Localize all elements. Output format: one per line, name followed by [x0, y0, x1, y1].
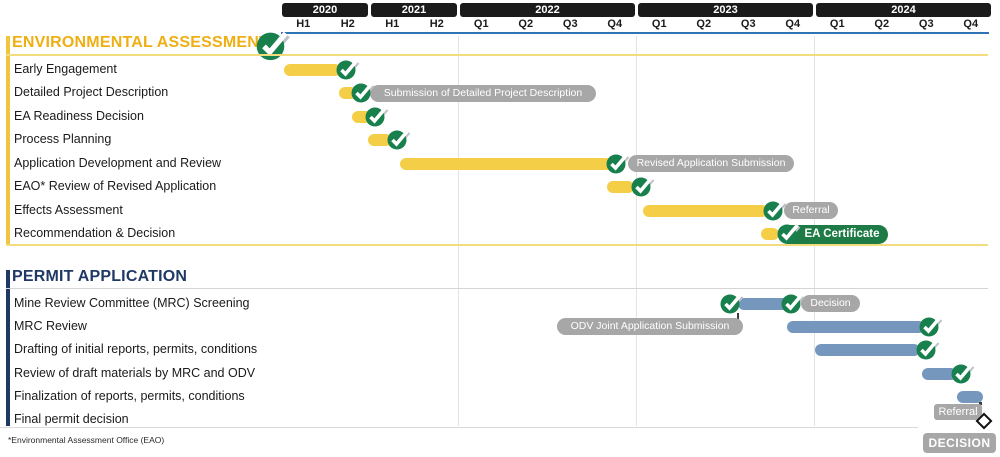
milestone-label: Referral [934, 404, 982, 420]
section-title-permit-application: PERMIT APPLICATION [12, 268, 187, 286]
task-label: Detailed Project Description [14, 85, 168, 99]
gridline-2023 [636, 36, 637, 426]
milestone-label: Decision [801, 295, 860, 312]
header-underline [281, 32, 989, 34]
period-label: H2 [415, 18, 460, 30]
period-label: Q2 [682, 18, 727, 30]
footer-rule [0, 427, 918, 428]
period-label: Q2 [860, 18, 905, 30]
milestone-check-icon [951, 362, 975, 385]
task-label: Process Planning [14, 132, 111, 146]
gantt-bar [643, 205, 768, 217]
period-label: Q1 [459, 18, 504, 30]
ea-section-top-rule [6, 54, 988, 56]
milestone-check-icon [763, 199, 787, 222]
year-label: 2024 [816, 3, 991, 17]
milestone-label: Revised Application Submission [628, 155, 794, 172]
milestone-check-icon [720, 292, 744, 315]
task-label: Final permit decision [14, 412, 129, 426]
gantt-bar [815, 344, 920, 356]
section-title-environmental-assessment: ENVIRONMENTAL ASSESSMENT [12, 34, 269, 52]
task-label: Mine Review Committee (MRC) Screening [14, 296, 249, 310]
task-label: EA Readiness Decision [14, 109, 144, 123]
permit-section-left-border [6, 270, 10, 426]
period-label: Q4 [593, 18, 638, 30]
task-label: Finalization of reports, permits, condit… [14, 389, 245, 403]
year-label: 2023 [638, 3, 813, 17]
task-label: Recommendation & Decision [14, 226, 175, 240]
milestone-check-icon [365, 105, 389, 128]
period-label: Q3 [726, 18, 771, 30]
milestone-check-icon [387, 128, 411, 151]
task-label: EAO* Review of Revised Application [14, 179, 216, 193]
gantt-bar [400, 158, 612, 170]
task-label: Application Development and Review [14, 156, 221, 170]
ea-complete-check-icon [256, 29, 291, 62]
milestone-check-icon [631, 175, 655, 198]
period-label: H2 [326, 18, 371, 30]
decision-badge: DECISION [923, 433, 996, 453]
task-label: MRC Review [14, 319, 87, 333]
period-label: Q2 [504, 18, 549, 30]
milestone-check-icon [919, 315, 943, 338]
period-label: Q3 [904, 18, 949, 30]
milestone-check-icon [781, 292, 805, 315]
ea-section-bottom-rule [6, 244, 988, 246]
milestone-check-icon [336, 58, 360, 81]
milestone-check-icon [916, 338, 940, 361]
milestone-label: ODV Joint Application Submission [557, 318, 743, 335]
ea-section-left-border [6, 36, 10, 245]
task-label: Early Engagement [14, 62, 117, 76]
gantt-bar [607, 181, 634, 193]
milestone-check-icon [606, 152, 630, 175]
period-label: H1 [370, 18, 415, 30]
year-label: 2022 [460, 3, 635, 17]
period-label: Q4 [771, 18, 816, 30]
task-label: Drafting of initial reports, permits, co… [14, 342, 257, 356]
permit-section-top-rule [6, 288, 988, 289]
period-label: Q1 [815, 18, 860, 30]
gantt-bar [284, 64, 341, 76]
year-label: 2020 [282, 3, 368, 17]
period-label: Q1 [637, 18, 682, 30]
task-label: Effects Assessment [14, 203, 123, 217]
milestone-check-icon [777, 222, 801, 245]
footnote: *Environmental Assessment Office (EAO) [8, 435, 164, 445]
period-label: Q4 [949, 18, 994, 30]
gantt-chart: 20202021202220232024H1H2H1H2Q1Q2Q3Q4Q1Q2… [0, 0, 1000, 457]
period-label: Q3 [548, 18, 593, 30]
year-label: 2021 [371, 3, 457, 17]
milestone-label: Referral [784, 202, 838, 219]
gantt-bar [787, 321, 925, 333]
task-label: Review of draft materials by MRC and ODV [14, 366, 255, 380]
milestone-label: Submission of Detailed Project Descripti… [370, 85, 596, 102]
milestone-check-icon [351, 81, 375, 104]
